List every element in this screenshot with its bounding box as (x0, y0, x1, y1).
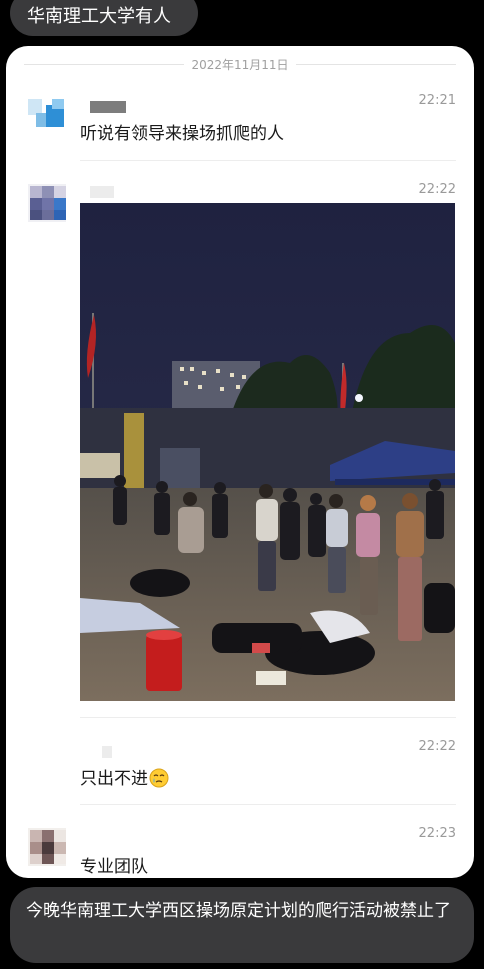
night-crowd-photo[interactable] (80, 203, 455, 701)
message-time: 22:22 (418, 739, 456, 754)
message-time: 22:21 (418, 93, 456, 108)
message-text[interactable]: 听说有领导来操场抓爬的人 (80, 119, 284, 144)
chat-screenshot-card: 2022年11月11日 22:21 听说有领导来操场抓爬的人 22:22 22:… (6, 46, 474, 878)
nickname-blurred (90, 186, 114, 198)
avatar[interactable] (28, 828, 66, 866)
avatar[interactable] (28, 93, 66, 131)
date-divider: 2022年11月11日 (6, 54, 474, 74)
message-text[interactable]: 专业团队 (80, 852, 148, 877)
caption-bubble: 今晚华南理工大学西区操场原定计划的爬行活动被禁止了 (10, 887, 474, 963)
caption-bubble-text: 今晚华南理工大学西区操场原定计划的爬行活动被禁止了 (26, 901, 451, 921)
message-text-content: 只出不进 (80, 769, 148, 789)
message-time: 22:22 (418, 182, 456, 197)
title-bubble: 华南理工大学有人 (10, 0, 198, 36)
nickname-blurred (102, 746, 112, 758)
message-divider (80, 717, 456, 718)
title-bubble-text: 华南理工大学有人 (27, 6, 171, 27)
message-text[interactable]: 只出不进 (80, 764, 169, 789)
avatar[interactable] (28, 184, 66, 222)
message-divider (80, 160, 456, 161)
message-divider (80, 804, 456, 805)
message-time: 22:23 (418, 826, 456, 841)
crying-face-icon (149, 768, 169, 788)
nickname-blurred (90, 101, 126, 113)
